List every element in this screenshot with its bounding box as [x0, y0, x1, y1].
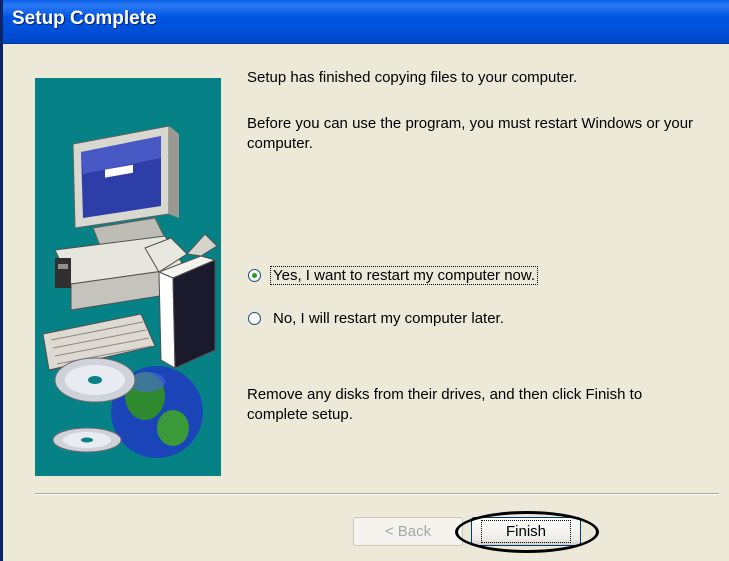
restart-now-radio[interactable]: [248, 268, 261, 282]
finish-button[interactable]: Finish: [471, 517, 581, 546]
copy-complete-text: Setup has finished copying files to your…: [247, 69, 578, 86]
restart-later-radio[interactable]: [248, 311, 261, 325]
finish-button-label: Finish: [480, 520, 571, 543]
button-divider: [35, 493, 719, 495]
setup-illustration: [35, 78, 221, 476]
remove-disks-text: Remove any disks from their drives, and …: [247, 386, 643, 423]
setup-dialog: Setup Complete Setup has finished copyin…: [0, 0, 729, 561]
restart-later-option[interactable]: No, I will restart my computer later.: [248, 306, 506, 330]
title-bar[interactable]: Setup Complete: [3, 0, 729, 44]
restart-now-option[interactable]: Yes, I want to restart my computer now.: [248, 263, 539, 287]
back-button-label: < Back: [384, 523, 432, 540]
back-button[interactable]: < Back: [353, 517, 463, 546]
restart-required-text: Before you can use the program, you must…: [247, 115, 694, 152]
restart-now-label[interactable]: Yes, I want to restart my computer now.: [269, 265, 539, 285]
window-title: Setup Complete: [12, 8, 157, 29]
restart-later-label[interactable]: No, I will restart my computer later.: [271, 310, 506, 327]
computer-cd-globe-icon: [42, 125, 218, 458]
